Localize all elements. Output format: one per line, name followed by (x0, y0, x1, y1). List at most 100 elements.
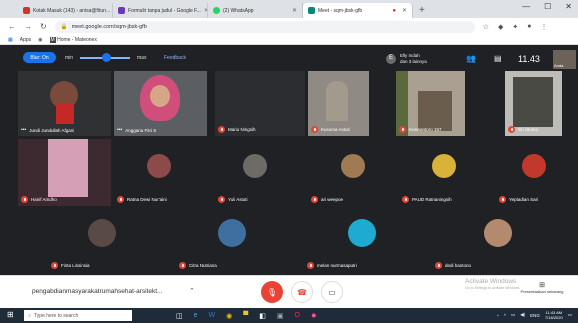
mic-off-icon (311, 196, 318, 203)
participants-icon[interactable]: 👥 (466, 54, 476, 63)
browser-tab-whatsapp[interactable]: (2) WhatsApp ✕ (208, 3, 303, 18)
avatar (147, 154, 171, 178)
avatar: E (386, 53, 396, 64)
menu-icon[interactable]: ⋮ (540, 23, 547, 31)
mic-off-icon (21, 196, 28, 203)
participant-tile[interactable]: dedi hantono (432, 209, 546, 272)
participant-photo (326, 81, 348, 121)
participant-tile[interactable]: ••• Jundi Jundullah Afgani (18, 71, 111, 136)
store-icon[interactable]: ◧ (259, 312, 266, 320)
participant-tile[interactable]: ari weepoe (308, 139, 396, 206)
meeting-name[interactable]: pengabdianmasyarakatrumahsehat-arsitekt.… (32, 288, 162, 295)
mic-off-icon (402, 196, 409, 203)
blur-min-label: min (65, 55, 74, 61)
taskbar-search-input[interactable]: ○ Type here to search (24, 310, 132, 321)
opera-icon[interactable]: O (294, 312, 299, 320)
participant-tile[interactable]: Mario Ningsih (215, 71, 305, 136)
mic-toggle-button[interactable]: 🎙 (261, 281, 283, 303)
blur-max-label: max (137, 55, 147, 61)
notification-icon[interactable]: ▭ (568, 312, 572, 318)
system-tray: ◔ ^ ▭ ◀) ENG 11:43 AM 7/18/2020 ▭ (496, 310, 572, 320)
call-controls-bar: pengabdianmasyarakatrumahsehat-arsitekt.… (0, 275, 578, 308)
network-icon[interactable]: ▭ (511, 312, 515, 318)
windows-start-icon[interactable]: ⊞ (7, 310, 14, 319)
minimize-icon[interactable]: — (522, 2, 530, 11)
chat-icon[interactable]: ▤ (494, 54, 502, 63)
participant-tile[interactable]: Yeptadian Sari (496, 139, 572, 206)
participant-tile[interactable]: Finta Lissinsia (48, 209, 162, 272)
participant-photo (418, 91, 452, 131)
mic-off-icon (117, 196, 124, 203)
close-window-icon[interactable]: ✕ (565, 2, 572, 11)
mic-off-icon (499, 196, 506, 203)
avatar (432, 154, 456, 178)
close-icon[interactable]: ✕ (292, 7, 297, 14)
mic-off-icon (435, 262, 442, 269)
star-icon[interactable]: ☆ (483, 23, 489, 31)
participant-tile[interactable]: Ratna Dewi Nur'aini (114, 139, 207, 206)
puzzle-icon[interactable]: ✦ (512, 23, 518, 31)
end-call-button[interactable]: ☎ (291, 281, 313, 303)
avatar (522, 154, 546, 178)
maximize-icon[interactable]: ☐ (544, 2, 551, 11)
participant-tile[interactable]: PAUD Ratnaningsih (399, 139, 492, 206)
blur-toggle-button[interactable]: Blur: On (23, 52, 56, 63)
browser-tab-gmail[interactable]: Kotak Masuk (143) - anisa@fitun...✕ (18, 3, 113, 18)
back-icon[interactable]: ← (8, 22, 16, 31)
more-options-icon[interactable]: ••• (21, 127, 26, 133)
bookmark-apps[interactable]: Apps (20, 37, 31, 43)
mic-off-icon (508, 126, 515, 133)
chrome-icon[interactable]: ◉ (226, 312, 232, 320)
participant-tile[interactable]: Citra Nutriana (176, 209, 290, 272)
close-icon[interactable]: ✕ (402, 7, 407, 14)
browser-tab-forms[interactable]: Formulir tanpa judul - Google F...✕ (113, 3, 208, 18)
chevron-up-icon[interactable]: ^ (504, 313, 506, 318)
participant-tile[interactable]: Sri Utomo (505, 71, 562, 136)
participant-photo (48, 139, 88, 197)
lock-icon: 🔒 (60, 23, 68, 30)
apps-grid-icon: ▦ (8, 36, 13, 43)
bookmark-icon: ◉ (38, 36, 43, 43)
participant-tile[interactable]: Yuli Astuti (215, 139, 305, 206)
new-tab-button[interactable]: + (419, 3, 425, 18)
avatar (484, 219, 512, 247)
participant-tile[interactable]: ••• Anggana Fitri S (114, 71, 207, 136)
mic-off-icon (307, 262, 314, 269)
mic-off-icon (399, 126, 406, 133)
gmail-icon (23, 7, 30, 14)
task-view-icon[interactable]: ◫ (176, 312, 183, 320)
taskbar-clock[interactable]: 11:43 AM 7/18/2020 (545, 310, 563, 320)
blur-slider-handle[interactable] (102, 53, 111, 62)
profile-icon[interactable]: ● (527, 23, 531, 31)
meeting-clock: 11.43 (518, 54, 540, 64)
bookmark-home[interactable]: M Home - Mateonex (49, 36, 97, 43)
reload-icon[interactable]: ↻ (40, 22, 47, 31)
mic-off-icon (218, 126, 225, 133)
chevron-up-icon[interactable]: ⌃ (189, 287, 195, 295)
browser-tab-meet[interactable]: Meet - sqm-jbsk-gfb ● ✕ (303, 3, 413, 18)
participant-tile[interactable]: Kusuma Astuti (308, 71, 369, 136)
explorer-icon[interactable]: ▀ (243, 312, 248, 320)
bookmarks-bar: ▦ Apps ◉ M Home - Mateonex (0, 35, 578, 45)
extension-icon[interactable]: ◆ (498, 23, 503, 31)
url-field[interactable]: 🔒 meet.google.com/sqm-jbsk-gfb (54, 20, 475, 33)
more-options-icon[interactable]: ••• (117, 127, 122, 133)
camera-toggle-button[interactable]: ▭ (321, 281, 343, 303)
people-icon[interactable]: ◔ (496, 313, 499, 318)
photos-icon[interactable]: ▣ (277, 312, 284, 320)
feedback-link[interactable]: Feedback (164, 55, 186, 61)
participant-photo (513, 77, 553, 127)
media-icon[interactable]: ✸ (311, 312, 317, 320)
avatar (88, 219, 116, 247)
word-icon[interactable]: W (209, 312, 216, 320)
organizer-chip[interactable]: E Elly Indah dan 3 lainnya (386, 53, 427, 64)
present-now-button[interactable]: ⊞ Presentasikan sekarang (512, 281, 572, 294)
language-indicator[interactable]: ENG (530, 313, 540, 318)
participant-photo (150, 85, 170, 107)
volume-icon[interactable]: ◀) (520, 312, 525, 318)
participant-tile[interactable]: Hanif Amdho (18, 139, 111, 206)
participant-tile[interactable]: melan nurmasaputri (304, 209, 418, 272)
participant-tile[interactable]: Kuswantoro 157 (396, 71, 465, 136)
forward-icon[interactable]: → (24, 22, 32, 31)
edge-icon[interactable]: e (194, 312, 198, 320)
